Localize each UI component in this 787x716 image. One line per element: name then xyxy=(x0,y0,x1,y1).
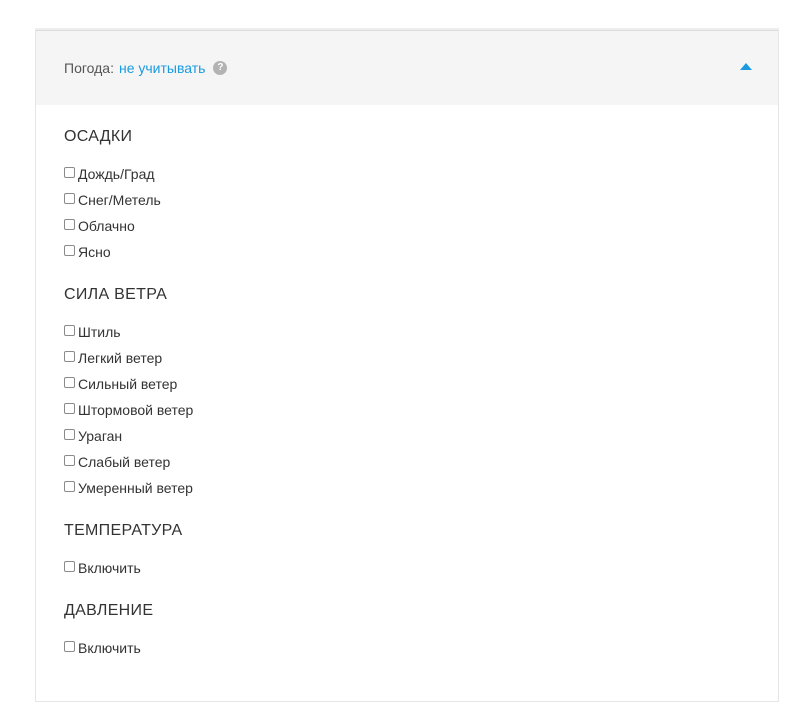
weather-filter-panel: Погода: не учитывать ? ОСАДКИ Дождь/Град… xyxy=(35,30,779,702)
weather-panel-body: ОСАДКИ Дождь/Град Снег/Метель Облачно Яс… xyxy=(36,105,778,661)
section-precipitation: ОСАДКИ Дождь/Град Снег/Метель Облачно Яс… xyxy=(64,125,778,265)
checkbox-rain-hail[interactable] xyxy=(64,166,75,178)
option-cloudy[interactable]: Облачно xyxy=(64,213,778,239)
option-label: Включить xyxy=(78,560,141,576)
option-label: Слабый ветер xyxy=(78,454,171,470)
option-label: Штиль xyxy=(78,324,121,340)
checkbox-storm-wind[interactable] xyxy=(64,402,75,414)
caret-up-icon[interactable] xyxy=(740,63,752,70)
option-moderate-wind[interactable]: Умеренный ветер xyxy=(64,475,778,501)
checkbox-pressure-enable[interactable] xyxy=(64,640,75,652)
option-label: Штормовой ветер xyxy=(78,402,194,418)
temperature-options: Включить xyxy=(64,555,778,581)
option-label: Ураган xyxy=(78,428,123,444)
weather-mode-link[interactable]: не учитывать xyxy=(119,60,205,76)
question-circle-icon[interactable]: ? xyxy=(213,61,228,75)
option-label: Включить xyxy=(78,640,141,656)
option-label: Снег/Метель xyxy=(78,192,161,208)
option-rain-hail[interactable]: Дождь/Град xyxy=(64,161,778,187)
section-pressure: ДАВЛЕНИЕ Включить xyxy=(64,599,778,661)
pressure-options: Включить xyxy=(64,635,778,661)
checkbox-clear[interactable] xyxy=(64,244,75,256)
option-label: Ясно xyxy=(78,244,111,260)
section-title-precipitation: ОСАДКИ xyxy=(64,128,133,145)
option-weak-wind[interactable]: Слабый ветер xyxy=(64,449,778,475)
precipitation-options: Дождь/Град Снег/Метель Облачно Ясно xyxy=(64,161,778,265)
option-strong-wind[interactable]: Сильный ветер xyxy=(64,371,778,397)
option-storm-wind[interactable]: Штормовой ветер xyxy=(64,397,778,423)
checkbox-moderate-wind[interactable] xyxy=(64,480,75,492)
section-wind-strength: СИЛА ВЕТРА Штиль Легкий ветер Сильный ве… xyxy=(64,283,778,501)
checkbox-weak-wind[interactable] xyxy=(64,454,75,466)
section-temperature: ТЕМПЕРАТУРА Включить xyxy=(64,519,778,581)
checkbox-cloudy[interactable] xyxy=(64,218,75,230)
checkbox-strong-wind[interactable] xyxy=(64,376,75,388)
weather-panel-header[interactable]: Погода: не учитывать ? xyxy=(36,31,778,105)
option-label: Умеренный ветер xyxy=(78,480,193,496)
option-pressure-enable[interactable]: Включить xyxy=(64,635,778,661)
section-title-wind-strength: СИЛА ВЕТРА xyxy=(64,286,168,303)
option-label: Сильный ветер xyxy=(78,376,178,392)
checkbox-calm[interactable] xyxy=(64,324,75,336)
section-title-temperature: ТЕМПЕРАТУРА xyxy=(64,522,183,539)
option-temperature-enable[interactable]: Включить xyxy=(64,555,778,581)
option-label: Дождь/Град xyxy=(78,166,155,182)
option-light-wind[interactable]: Легкий ветер xyxy=(64,345,778,371)
section-title-pressure: ДАВЛЕНИЕ xyxy=(64,602,154,619)
option-label: Легкий ветер xyxy=(78,350,163,366)
option-label: Облачно xyxy=(78,218,135,234)
checkbox-temperature-enable[interactable] xyxy=(64,560,75,572)
option-calm[interactable]: Штиль xyxy=(64,319,778,345)
wind-strength-options: Штиль Легкий ветер Сильный ветер Штормов… xyxy=(64,319,778,501)
option-hurricane[interactable]: Ураган xyxy=(64,423,778,449)
checkbox-light-wind[interactable] xyxy=(64,350,75,362)
weather-label: Погода: xyxy=(64,60,114,76)
checkbox-snow-blizzard[interactable] xyxy=(64,192,75,204)
option-snow-blizzard[interactable]: Снег/Метель xyxy=(64,187,778,213)
option-clear[interactable]: Ясно xyxy=(64,239,778,265)
checkbox-hurricane[interactable] xyxy=(64,428,75,440)
